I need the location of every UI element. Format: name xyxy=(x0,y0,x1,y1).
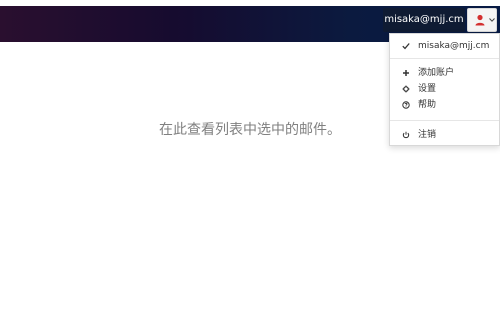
help-label: 帮助 xyxy=(418,100,437,110)
menu-item-current-account[interactable]: misaka@mjj.cm xyxy=(390,38,499,54)
settings-label: 设置 xyxy=(418,84,437,94)
menu-item-logout[interactable]: 注销 xyxy=(390,127,499,143)
user-menu-button[interactable] xyxy=(467,8,497,32)
plus-icon xyxy=(403,70,409,76)
account-dropdown: misaka@mjj.cm 添加账户 设置 帮助 注销 xyxy=(389,33,500,146)
user-icon xyxy=(475,14,485,26)
help-icon xyxy=(402,101,410,109)
power-icon xyxy=(402,131,410,139)
logout-label: 注销 xyxy=(418,130,437,140)
current-account-label: misaka@mjj.cm xyxy=(418,41,490,51)
menu-item-help[interactable]: 帮助 xyxy=(390,97,499,113)
menu-divider-1 xyxy=(390,58,499,59)
check-icon xyxy=(402,43,410,50)
menu-item-settings[interactable]: 设置 xyxy=(390,81,499,97)
account-label: misaka@mjj.cm xyxy=(383,8,465,32)
menu-divider-2 xyxy=(390,120,499,121)
empty-selection-message: 在此查看列表中选中的邮件。 xyxy=(159,122,341,138)
add-account-label: 添加账户 xyxy=(418,68,455,78)
menu-item-add-account[interactable]: 添加账户 xyxy=(390,65,499,81)
gear-icon xyxy=(402,85,410,93)
chevron-down-icon xyxy=(489,18,495,22)
